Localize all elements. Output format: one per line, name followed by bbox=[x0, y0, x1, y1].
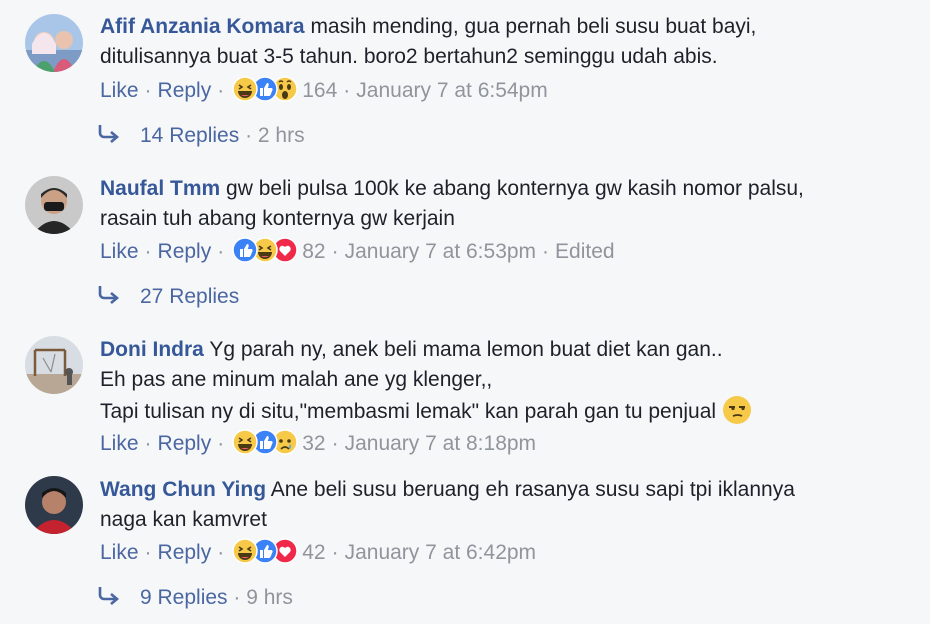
comment-body: Afif Anzania Komara masih mending, gua p… bbox=[100, 12, 900, 72]
haha-icon bbox=[232, 538, 259, 564]
avatar[interactable] bbox=[25, 176, 83, 234]
edited-label[interactable]: Edited bbox=[555, 240, 615, 263]
reply-arrow-icon bbox=[98, 284, 119, 305]
like-button[interactable]: Like bbox=[100, 79, 139, 102]
reactions-summary[interactable] bbox=[232, 237, 298, 263]
reaction-count[interactable]: 42 bbox=[302, 541, 325, 564]
comment-text: naga kan kamvret bbox=[100, 508, 267, 531]
comment-author[interactable]: Doni Indra bbox=[100, 338, 204, 361]
reactions-summary[interactable] bbox=[232, 429, 299, 455]
haha-icon bbox=[232, 429, 259, 455]
comment-text: Ane beli susu beruang eh rasanya susu sa… bbox=[270, 478, 795, 501]
comment-author[interactable]: Naufal Tmm bbox=[100, 177, 220, 200]
replies-ago: 2 hrs bbox=[257, 124, 305, 147]
unamused-emoji-icon bbox=[722, 396, 751, 424]
avatar[interactable] bbox=[25, 336, 83, 394]
replies-link[interactable]: 14 Replies · 2 hrs bbox=[96, 121, 305, 151]
replies-link[interactable]: 9 Replies · 9 hrs bbox=[96, 583, 293, 613]
comment-text: Eh pas ane minum malah ane yg klenger,, bbox=[100, 368, 493, 391]
comment-text: rasain tuh abang konternya gw kerjain bbox=[100, 207, 455, 230]
comment-text: gw beli pulsa 100k ke abang konternya gw… bbox=[226, 177, 804, 200]
haha-icon bbox=[232, 76, 259, 102]
reaction-count[interactable]: 82 bbox=[302, 240, 325, 263]
comment-actions: Like · Reply · 82 · January 7 at 6:53pm · Edite… bbox=[100, 237, 615, 267]
reply-arrow-icon bbox=[98, 585, 119, 606]
reply-arrow-icon bbox=[98, 123, 119, 144]
comment-text: Tapi tulisan ny di situ,"membasmi lemak"… bbox=[100, 400, 717, 423]
reaction-count[interactable]: 32 bbox=[302, 432, 325, 455]
replies-count[interactable]: 14 Replies bbox=[140, 124, 239, 147]
timestamp[interactable]: January 7 at 6:42pm bbox=[345, 541, 536, 564]
like-icon bbox=[232, 237, 258, 263]
replies-ago: 9 hrs bbox=[246, 586, 293, 609]
comment-actions: Like · Reply · 42 · January 7 at 6:42pm bbox=[100, 538, 536, 568]
timestamp[interactable]: January 7 at 6:54pm bbox=[356, 79, 547, 102]
reactions-summary[interactable] bbox=[232, 76, 298, 102]
avatar[interactable] bbox=[25, 476, 83, 534]
comment-actions: Like · Reply · 32 · January 7 at 8:18pm bbox=[100, 429, 536, 459]
comment-text: ditulisannya buat 3-5 tahun. boro2 berta… bbox=[100, 45, 718, 68]
replies-count[interactable]: 9 Replies bbox=[140, 586, 228, 609]
comment-body: Naufal Tmm gw beli pulsa 100k ke abang k… bbox=[100, 174, 900, 234]
comment-text: masih mending, gua pernah beli susu buat… bbox=[310, 15, 757, 38]
reactions-summary[interactable] bbox=[232, 538, 298, 564]
replies-count[interactable]: 27 Replies bbox=[140, 285, 239, 308]
like-button[interactable]: Like bbox=[100, 432, 139, 455]
avatar[interactable] bbox=[25, 14, 83, 72]
like-button[interactable]: Like bbox=[100, 240, 139, 263]
comment-text: Yg parah ny, anek beli mama lemon buat d… bbox=[209, 338, 723, 361]
timestamp[interactable]: January 7 at 6:53pm bbox=[345, 240, 536, 263]
reaction-count[interactable]: 164 bbox=[302, 79, 337, 102]
comment-actions: Like · Reply · 164 · January 7 at 6:54pm bbox=[100, 76, 548, 106]
comment-author[interactable]: Afif Anzania Komara bbox=[100, 15, 305, 38]
reply-button[interactable]: Reply bbox=[158, 432, 212, 455]
comment-body: Doni Indra Yg parah ny, anek beli mama l… bbox=[100, 335, 900, 427]
replies-link[interactable]: 27 Replies bbox=[96, 282, 239, 312]
comment-body: Wang Chun Ying Ane beli susu beruang eh … bbox=[100, 475, 900, 535]
reply-button[interactable]: Reply bbox=[158, 541, 212, 564]
comment-author[interactable]: Wang Chun Ying bbox=[100, 478, 266, 501]
reply-button[interactable]: Reply bbox=[158, 240, 212, 263]
reply-button[interactable]: Reply bbox=[158, 79, 212, 102]
like-button[interactable]: Like bbox=[100, 541, 139, 564]
timestamp[interactable]: January 7 at 8:18pm bbox=[345, 432, 536, 455]
